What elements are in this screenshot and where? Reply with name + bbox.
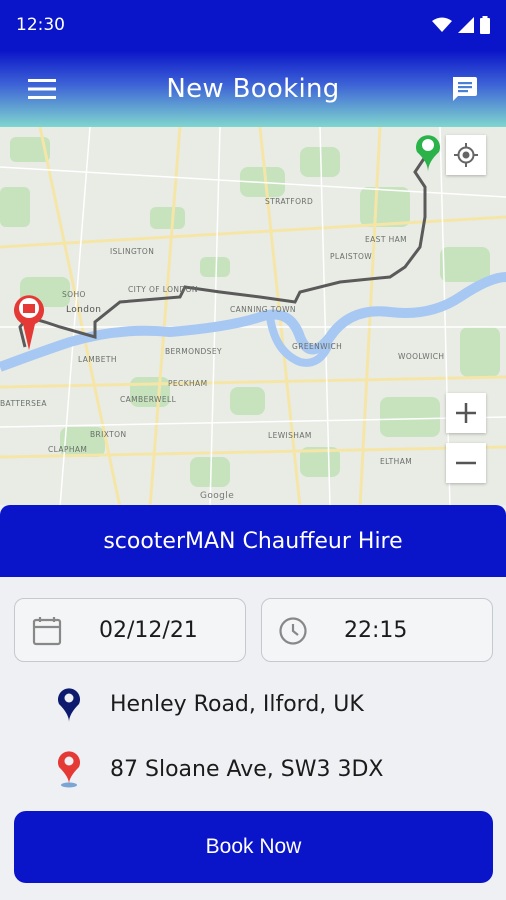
- my-location-button[interactable]: [446, 135, 486, 175]
- map-label: PLAISTOW: [330, 252, 373, 261]
- time-value: 22:15: [344, 617, 408, 643]
- page-title: New Booking: [166, 73, 340, 104]
- map-label: STRATFORD: [265, 197, 314, 206]
- dropoff-address: 87 Sloane Ave, SW3 3DX: [110, 756, 384, 782]
- hamburger-menu-icon: [28, 78, 56, 99]
- pickup-address: Henley Road, Ilford, UK: [110, 691, 364, 717]
- map-label: ISLINGTON: [110, 247, 155, 256]
- map-label: LAMBETH: [78, 355, 117, 364]
- map-label: BATTERSEA: [0, 399, 47, 408]
- book-now-button[interactable]: Book Now: [14, 811, 493, 883]
- map-label: LEWISHAM: [268, 431, 312, 440]
- zoom-out-button[interactable]: [446, 443, 486, 483]
- app-bar: New Booking: [0, 50, 506, 127]
- plus-icon: [456, 403, 476, 423]
- map-label: BERMONDSEY: [165, 347, 222, 356]
- my-location-icon: [454, 143, 478, 167]
- destination-marker-icon[interactable]: [414, 132, 442, 172]
- map-label: WOOLWICH: [398, 352, 445, 361]
- map-label: GREENWICH: [292, 342, 343, 351]
- date-value: 02/12/21: [99, 617, 198, 643]
- service-title: scooterMAN Chauffeur Hire: [103, 528, 403, 554]
- status-icons: [432, 16, 490, 34]
- map-label: BRIXTON: [90, 430, 127, 439]
- map-label: EAST HAM: [365, 235, 408, 244]
- menu-button[interactable]: [26, 73, 58, 105]
- map-label: London: [66, 305, 102, 315]
- date-field[interactable]: 02/12/21: [14, 598, 246, 662]
- zoom-in-button[interactable]: [446, 393, 486, 433]
- map-label: SOHO: [62, 290, 86, 299]
- map-label: CITY OF LONDON: [128, 285, 198, 294]
- time-field[interactable]: 22:15: [261, 598, 493, 662]
- booking-sheet: scooterMAN Chauffeur Hire 02/12/21 22:15…: [0, 505, 506, 900]
- map-label: CLAPHAM: [48, 445, 88, 454]
- status-time: 12:30: [16, 15, 65, 35]
- start-marker-icon[interactable]: [13, 292, 45, 350]
- wifi-icon: [432, 17, 452, 32]
- chat-message-icon: [452, 76, 477, 101]
- sheet-header: scooterMAN Chauffeur Hire: [0, 505, 506, 577]
- battery-icon: [480, 16, 490, 34]
- chat-button[interactable]: [448, 73, 480, 105]
- calendar-icon: [32, 617, 62, 646]
- minus-icon: [456, 461, 476, 465]
- dropoff-pin-icon: [58, 751, 80, 788]
- google-attribution: Google: [200, 491, 235, 501]
- signal-icon: [458, 17, 474, 33]
- map-label: CAMBERWELL: [120, 395, 177, 404]
- dropoff-location[interactable]: 87 Sloane Ave, SW3 3DX: [56, 750, 384, 788]
- clock-icon: [279, 617, 307, 645]
- map-label: ELTHAM: [380, 457, 413, 466]
- map-label: PECKHAM: [168, 379, 208, 388]
- pickup-pin-icon: [58, 688, 80, 722]
- route-map[interactable]: ISLINGTON STRATFORD PLAISTOW EAST HAM SO…: [0, 127, 506, 507]
- map-label: CANNING TOWN: [230, 305, 296, 314]
- book-now-label: Book Now: [205, 835, 302, 858]
- status-bar: 12:30: [0, 0, 506, 50]
- pickup-location[interactable]: Henley Road, Ilford, UK: [56, 686, 364, 722]
